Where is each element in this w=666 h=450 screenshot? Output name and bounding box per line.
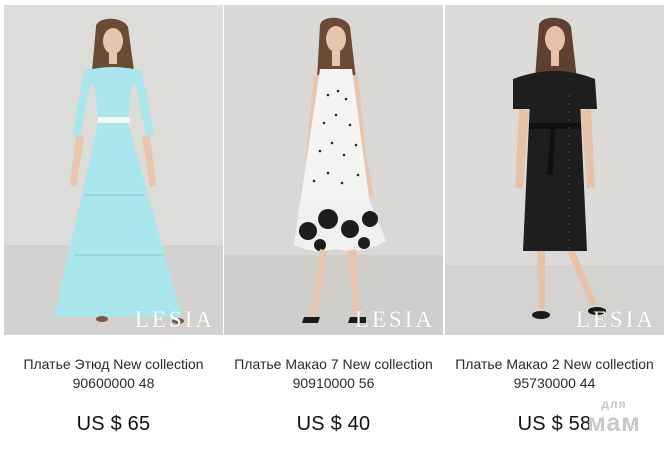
product-price: US $ 40 xyxy=(296,413,371,435)
product-image[interactable]: LESIA xyxy=(4,5,223,335)
watermark-line-2: мам xyxy=(587,409,641,437)
product-title-link[interactable]: Платье Этюд New collection 90600000 48 xyxy=(10,355,217,393)
brand-logo: LESIA xyxy=(354,307,435,332)
product-image[interactable]: LESIA xyxy=(224,5,443,335)
product-card[interactable]: LESIA Платье Макао 7 New collection 9091… xyxy=(224,5,443,450)
site-watermark-logo: для мам xyxy=(578,398,650,438)
product-card[interactable]: LESIA Платье Этюд New collection 9060000… xyxy=(4,5,223,450)
product-price: US $ 65 xyxy=(76,413,151,435)
brand-logo: LESIA xyxy=(134,307,215,332)
product-title-link[interactable]: Платье Макао 7 New collection 90910000 5… xyxy=(230,355,437,393)
product-title-link[interactable]: Платье Макао 2 New collection 95730000 4… xyxy=(451,355,658,393)
product-image[interactable]: LESIA xyxy=(445,5,664,335)
product-grid: LESIA Платье Этюд New collection 9060000… xyxy=(4,5,664,450)
product-card[interactable]: LESIA Платье Макао 2 New collection 9573… xyxy=(445,5,664,450)
brand-logo: LESIA xyxy=(575,307,656,332)
